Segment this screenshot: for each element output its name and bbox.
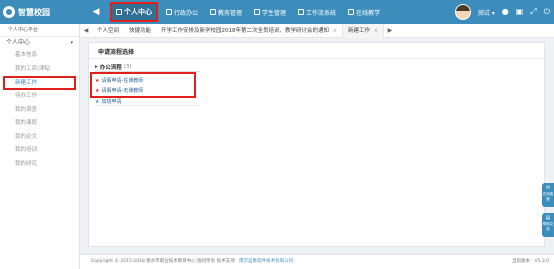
sidebar-item-new-work[interactable]: 新建工作 xyxy=(3,76,76,90)
flow-label: 请假申请-任课教师 xyxy=(101,78,144,84)
tab-notice[interactable]: 开学工作安排及新学校园2018年第二次全员培训、教学研讨会的通知 × xyxy=(156,24,342,38)
grid-icon xyxy=(298,9,305,15)
chevron-down-icon: ▾ xyxy=(70,40,73,46)
sidebar-item-research[interactable]: 我的研究 xyxy=(0,158,79,172)
top-nav-online-teaching[interactable]: 在线教学 xyxy=(344,4,384,20)
category-count: (3) xyxy=(123,64,132,70)
tab-scroll-right-button[interactable]: ▶ xyxy=(384,24,396,38)
brand-logo[interactable]: 智慧校园 xyxy=(3,5,50,19)
divider xyxy=(95,105,200,106)
flow-selection-panel: 申请流程选择 ▸ 办公流程 (3) ★ 请假申请-任课教师 ★ 请假申请-无课教… xyxy=(88,42,546,247)
tab-personal-space[interactable]: 个人空间 xyxy=(92,24,124,38)
grid-icon xyxy=(210,9,217,15)
top-bar: 智慧校园 ◀ 个人中心 行政办公 教务管理 学生管理 工作流系统 在线教学 测试… xyxy=(0,0,554,24)
star-icon: ★ xyxy=(95,98,100,105)
top-nav-label: 学生管理 xyxy=(262,9,287,17)
bell-icon[interactable]: ● xyxy=(502,7,509,17)
grid-icon xyxy=(116,9,122,15)
tab-label: 新建工作 xyxy=(347,27,370,34)
sidebar-item-basic-info[interactable]: 基本信息 xyxy=(0,49,79,63)
float-button-label: 帮助文档 xyxy=(542,222,554,231)
sidebar-group-personal-center[interactable]: 个人中心 ▾ xyxy=(0,37,79,49)
expand-icon[interactable]: ⤢ xyxy=(530,7,536,17)
top-nav-student-management[interactable]: 学生管理 xyxy=(250,4,290,20)
help-doc-button[interactable]: ▤ 帮助文档 xyxy=(542,213,554,237)
star-icon: ★ xyxy=(95,87,100,94)
power-icon[interactable]: ⏻ xyxy=(544,7,550,17)
sidebar-group-label: 个人中心 xyxy=(6,39,31,46)
close-icon[interactable]: × xyxy=(333,28,337,34)
top-nav-label: 行政办公 xyxy=(174,9,199,17)
grid-icon xyxy=(166,9,172,15)
top-nav-label: 教务管理 xyxy=(218,9,243,17)
doc-icon: ▤ xyxy=(545,215,551,221)
top-nav-personal-center[interactable]: 个人中心 xyxy=(110,2,158,22)
top-nav: 个人中心 行政办公 教务管理 学生管理 工作流系统 在线教学 xyxy=(110,1,384,23)
sidebar-header: 个人中心平台 xyxy=(0,24,79,37)
grid-icon xyxy=(348,9,355,15)
top-nav-label: 个人中心 xyxy=(124,8,152,16)
grid-icon xyxy=(254,9,261,15)
tab-new-work[interactable]: 新建工作 × xyxy=(341,23,384,38)
back-arrow-icon[interactable]: ◀ xyxy=(90,5,102,19)
top-nav-label: 在线教学 xyxy=(356,9,381,17)
top-nav-workflow-system[interactable]: 工作流系统 xyxy=(294,4,340,20)
footer-copyright: Copyright © 2015-2018 衡水市职业技术教育中心 版权所有 技… xyxy=(91,255,293,269)
float-button-label: 在线客服 xyxy=(542,192,554,201)
brand-name: 智慧校园 xyxy=(18,7,50,17)
flow-label: 加班申请 xyxy=(101,99,122,105)
flow-label: 请假申请-无课教师 xyxy=(101,88,144,94)
monitor-icon[interactable]: ▣ xyxy=(516,7,524,17)
folder-icon: ▸ xyxy=(95,64,98,70)
copyright-text: Copyright © 2015-2018 衡水市职业技术教育中心 版权所有 技… xyxy=(91,259,240,264)
page-title: 申请流程选择 xyxy=(98,49,135,56)
sidebar-item-training[interactable]: 我的培训 xyxy=(0,144,79,158)
close-icon[interactable]: × xyxy=(374,28,378,34)
category-office-flow[interactable]: ▸ 办公流程 (3) xyxy=(95,63,132,71)
tab-scroll-left-button[interactable]: ◀ xyxy=(80,24,92,38)
footer: Copyright © 2015-2018 衡水市职业技术教育中心 版权所有 技… xyxy=(80,254,554,269)
online-service-button[interactable]: ✉ 在线客服 xyxy=(542,183,554,207)
sidebar-item-todo[interactable]: 待办工作 xyxy=(0,90,79,104)
tab-label: 开学工作安排及新学校园2018年第二次全员培训、教学研讨会的通知 xyxy=(161,27,330,34)
divider xyxy=(89,58,546,59)
flow-overtime[interactable]: ★ 加班申请 xyxy=(95,98,122,106)
user-menu[interactable]: 测试 ▾ xyxy=(478,8,495,17)
star-icon: ★ xyxy=(95,77,100,84)
tab-bar: ◀ 个人空间 快捷功能 开学工作安排及新学校园2018年第二次全员培训、教学研讨… xyxy=(80,23,554,38)
logo-icon xyxy=(3,6,15,18)
tab-quick-functions[interactable]: 快捷功能 xyxy=(124,24,156,38)
avatar[interactable] xyxy=(454,4,471,20)
category-label: 办公流程 xyxy=(99,65,122,71)
flow-leave-non-teaching[interactable]: ★ 请假申请-无课教师 xyxy=(95,86,143,95)
top-nav-label: 工作流系统 xyxy=(306,9,337,17)
flow-leave-teaching[interactable]: ★ 请假申请-任课教师 xyxy=(95,76,143,85)
version-label: 当前版本：V5.3.0 xyxy=(511,259,549,264)
sidebar-item-salary[interactable]: 我的工资/津贴 xyxy=(0,63,79,77)
sidebar: 个人中心平台 个人中心 ▾ 基本信息 我的工资/津贴 新建工作 待办工作 我的调… xyxy=(0,24,80,269)
top-nav-academic-affairs[interactable]: 教务管理 xyxy=(206,4,246,20)
tech-support-link[interactable]: 南京蓝象软件技术有限公司 xyxy=(239,259,293,264)
chevron-down-icon: ▾ xyxy=(491,9,495,17)
sidebar-item-survey[interactable]: 我的调查 xyxy=(0,104,79,118)
sidebar-item-papers[interactable]: 我的论文 xyxy=(0,131,79,145)
sidebar-item-projects[interactable]: 我的课题 xyxy=(0,117,79,131)
top-nav-admin-office[interactable]: 行政办公 xyxy=(162,4,202,20)
user-area: 测试 ▾ ● ▣ ⤢ ⏻ xyxy=(454,3,550,21)
user-name: 测试 xyxy=(477,9,490,17)
chat-icon: ✉ xyxy=(545,185,551,191)
